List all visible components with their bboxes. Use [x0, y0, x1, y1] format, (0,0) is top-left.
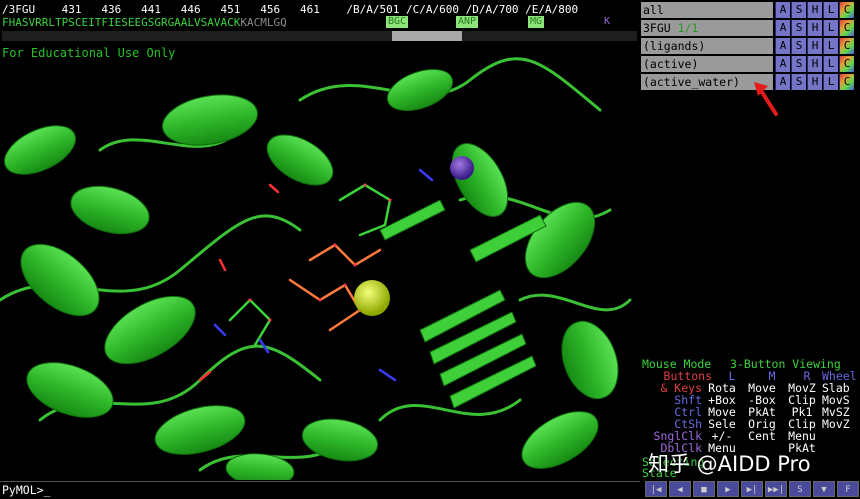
object-row: (ligands) A S H L C [641, 38, 860, 54]
red-arrow-annotation [754, 82, 778, 116]
object-name-button[interactable]: all [641, 2, 773, 18]
color-button[interactable]: C [839, 38, 854, 54]
ligand-tag-k[interactable]: K [602, 16, 612, 28]
label-button[interactable]: L [823, 2, 838, 18]
hide-button[interactable]: H [807, 20, 822, 36]
educational-watermark: For Educational Use Only [2, 46, 176, 60]
label-button[interactable]: L [823, 20, 838, 36]
object-list-panel: all A S H L C 3FGU 1/1 A S H L C (ligands) A S H L C (acti… [641, 0, 860, 356]
mouse-mode-line: Ctrl Move PkAt Pk1 MvSZ [642, 406, 849, 418]
sculpt-button[interactable]: S [789, 481, 811, 497]
show-button[interactable]: S [791, 56, 806, 72]
sequence-residues-unselected[interactable]: KACMLGQ [240, 16, 286, 29]
ligand-tag-mg[interactable]: MG [528, 16, 545, 28]
show-button[interactable]: S [791, 20, 806, 36]
zhihu-watermark: 知乎 @AIDD Pro [648, 452, 811, 476]
step-forward-button[interactable]: ▶| [741, 481, 763, 497]
fullscreen-button[interactable]: F [837, 481, 859, 497]
color-button[interactable]: C [839, 2, 854, 18]
object-state-count: 1/1 [677, 21, 699, 35]
show-button[interactable]: S [791, 74, 806, 90]
action-middle: Cent [748, 429, 776, 443]
show-button[interactable]: S [791, 38, 806, 54]
label-button[interactable]: L [823, 38, 838, 54]
color-button[interactable]: C [839, 20, 854, 36]
command-prompt[interactable]: PyMOL>_ [2, 483, 50, 497]
label-button[interactable]: L [823, 56, 838, 72]
action-button[interactable]: A [775, 2, 790, 18]
rewind-button[interactable]: |◀ [645, 481, 667, 497]
show-button[interactable]: S [791, 2, 806, 18]
hide-button[interactable]: H [807, 2, 822, 18]
object-name-label: all [643, 3, 664, 17]
label-button[interactable]: L [823, 74, 838, 90]
object-row: (active) A S H L C [641, 56, 860, 72]
object-name-label: (ligands) [643, 39, 706, 53]
object-name-label: (active) [643, 57, 699, 71]
playback-controls: |◀ ◀ ■ ▶ ▶| ▶▶| S ▼ F [641, 480, 860, 498]
action-wheel: MovZ [822, 417, 850, 431]
object-name-label: 3FGU [643, 21, 671, 35]
object-row: 3FGU 1/1 A S H L C [641, 20, 860, 36]
molecular-viewer[interactable]: /3FGU 431 436 441 446 451 456 461 /B/A/5… [0, 0, 640, 480]
mouse-mode-line: & Keys Rota Move MovZ Slab [642, 382, 849, 394]
object-row: all A S H L C [641, 2, 860, 18]
stop-button[interactable]: ■ [693, 481, 715, 497]
action-button[interactable]: A [775, 38, 790, 54]
hide-button[interactable]: H [807, 74, 822, 90]
action-button[interactable]: A [775, 56, 790, 72]
hide-button[interactable]: H [807, 38, 822, 54]
sequence-scrollbar[interactable] [2, 31, 637, 41]
menu-button[interactable]: ▼ [813, 481, 835, 497]
sequence-scrollbar-thumb[interactable] [392, 31, 462, 41]
ligand-tag-anp[interactable]: ANP [456, 16, 479, 28]
object-row: (active_water) A S H L C [641, 74, 860, 90]
object-name-button[interactable]: (ligands) [641, 38, 773, 54]
command-line[interactable]: PyMOL>_ [0, 481, 640, 499]
action-button[interactable]: A [775, 20, 790, 36]
hide-button[interactable]: H [807, 56, 822, 72]
color-button[interactable]: C [839, 56, 854, 72]
ligand-tag-bgc[interactable]: BGC [386, 16, 409, 28]
protein-cartoon-render [0, 57, 632, 480]
sequence-residue-numbers: /3FGU 431 436 441 446 451 456 461 /B/A/5… [2, 3, 579, 16]
color-button[interactable]: C [839, 74, 854, 90]
fast-forward-button[interactable]: ▶▶| [765, 481, 787, 497]
object-name-button[interactable]: (active) [641, 56, 773, 72]
object-name-label: (active_water) [643, 75, 740, 89]
mouse-mode-line: Shft +Box -Box Clip MovS [642, 394, 849, 406]
sequence-residues[interactable]: FHASVRRLTPSCEITFIESEEGSGRGAALVSAVACKKACM… [2, 16, 287, 29]
back-button[interactable]: ◀ [669, 481, 691, 497]
object-name-button[interactable]: 3FGU 1/1 [641, 20, 773, 36]
sequence-residues-selected[interactable]: FHASVRRLTPSCEITFIESEEGSGRGAALVSAVACK [2, 16, 240, 29]
play-button[interactable]: ▶ [717, 481, 739, 497]
